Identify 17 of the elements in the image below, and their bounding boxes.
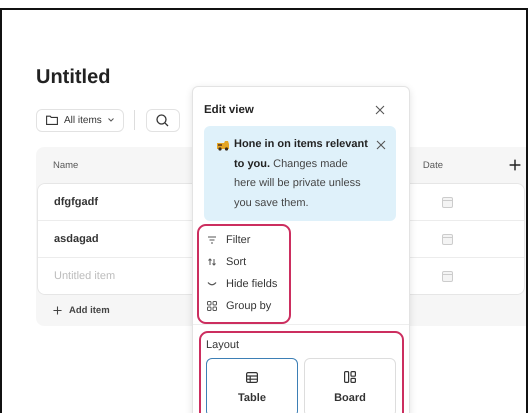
column-header: Date bbox=[422, 160, 443, 170]
menu-item[interactable]: Hide fields bbox=[199, 273, 284, 295]
menu-item[interactable]: Group by bbox=[199, 295, 278, 317]
popover-title: Edit view bbox=[204, 104, 254, 116]
layout-option[interactable]: Table bbox=[206, 358, 298, 413]
item-name: Untitled item bbox=[54, 270, 116, 282]
layout-option[interactable]: Board bbox=[304, 358, 396, 413]
page-title: Untitled bbox=[36, 65, 112, 89]
add-item-button[interactable]: Add item bbox=[53, 305, 110, 316]
item-name: asdagad bbox=[54, 233, 99, 245]
menu-item[interactable]: Sort bbox=[199, 251, 252, 273]
column-header: Name bbox=[53, 160, 78, 170]
info-text: Hone in on items relevant to you. Changes made here will be private unless you save them. bbox=[234, 137, 369, 210]
item-name: dfgfgadf bbox=[54, 196, 98, 208]
view-button[interactable]: All items bbox=[36, 108, 124, 132]
menu-item[interactable]: Filter bbox=[199, 229, 256, 251]
section-heading: Layout bbox=[206, 339, 240, 351]
